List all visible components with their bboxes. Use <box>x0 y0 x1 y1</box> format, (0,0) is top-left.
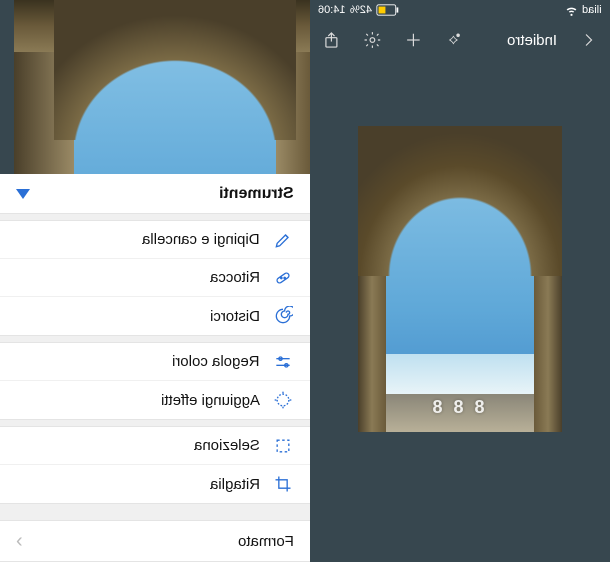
tool-label: Ritocca <box>210 269 260 286</box>
share-icon[interactable] <box>322 29 341 51</box>
editor-canvas: iliad 42% 14:06 Indietro 8 8 8 <box>310 0 610 542</box>
chevron-left-icon: ‹ <box>16 530 23 553</box>
sheet-title: Strumenti <box>219 185 294 203</box>
left-pane: Strumenti Dipingi e cancella Ritocca Dis… <box>0 0 310 542</box>
collapse-icon[interactable] <box>16 189 30 199</box>
tool-select[interactable]: Seleziona <box>0 427 310 465</box>
brush-icon <box>272 229 294 251</box>
select-icon <box>272 435 294 457</box>
sliders-icon <box>272 351 294 373</box>
tool-group-3: Seleziona Ritaglia <box>0 426 310 504</box>
tool-group-1: Dipingi e cancella Ritocca Distorci <box>0 220 310 336</box>
plus-icon[interactable] <box>404 29 423 51</box>
bandage-icon <box>272 267 294 289</box>
image-preview[interactable]: 8 8 8 <box>358 126 562 432</box>
battery-icon <box>376 4 400 16</box>
tool-retouch[interactable]: Ritocca <box>0 259 310 297</box>
tool-label: Seleziona <box>194 437 260 454</box>
tool-label: Ritaglia <box>210 476 260 493</box>
tool-adjust-colors[interactable]: Regola colori <box>0 343 310 381</box>
sparkle-icon <box>272 389 294 411</box>
tool-label: Distorci <box>210 308 260 325</box>
spiral-icon <box>272 305 294 327</box>
tools-sheet: Strumenti Dipingi e cancella Ritocca Dis… <box>0 174 310 562</box>
magic-icon[interactable] <box>444 29 463 51</box>
format-button[interactable]: Formato ‹ <box>0 520 310 562</box>
tool-group-2: Regola colori Aggiungi effetti <box>0 342 310 420</box>
back-button[interactable]: Indietro <box>507 32 557 49</box>
tool-label: Dipingi e cancella <box>142 231 260 248</box>
format-label: Formato <box>238 533 294 550</box>
crop-icon <box>272 473 294 495</box>
wifi-icon <box>565 4 578 17</box>
carrier-label: iliad <box>582 4 602 16</box>
tool-label: Aggiungi effetti <box>161 392 260 409</box>
status-bar: iliad 42% 14:06 <box>310 0 610 20</box>
watermark: 8 8 8 <box>358 397 562 418</box>
tool-distort[interactable]: Distorci <box>0 297 310 335</box>
tool-crop[interactable]: Ritaglia <box>0 465 310 503</box>
tool-label: Regola colori <box>172 353 260 370</box>
chevron-right-icon[interactable] <box>579 29 598 51</box>
tool-paint[interactable]: Dipingi e cancella <box>0 221 310 259</box>
clock: 14:06 <box>318 4 346 16</box>
app-toolbar: Indietro <box>310 20 610 60</box>
battery-percent: 42% <box>350 4 372 16</box>
gear-icon[interactable] <box>363 29 382 51</box>
image-behind-sheet <box>14 0 310 200</box>
tool-add-effects[interactable]: Aggiungi effetti <box>0 381 310 419</box>
sheet-header: Strumenti <box>0 174 310 214</box>
